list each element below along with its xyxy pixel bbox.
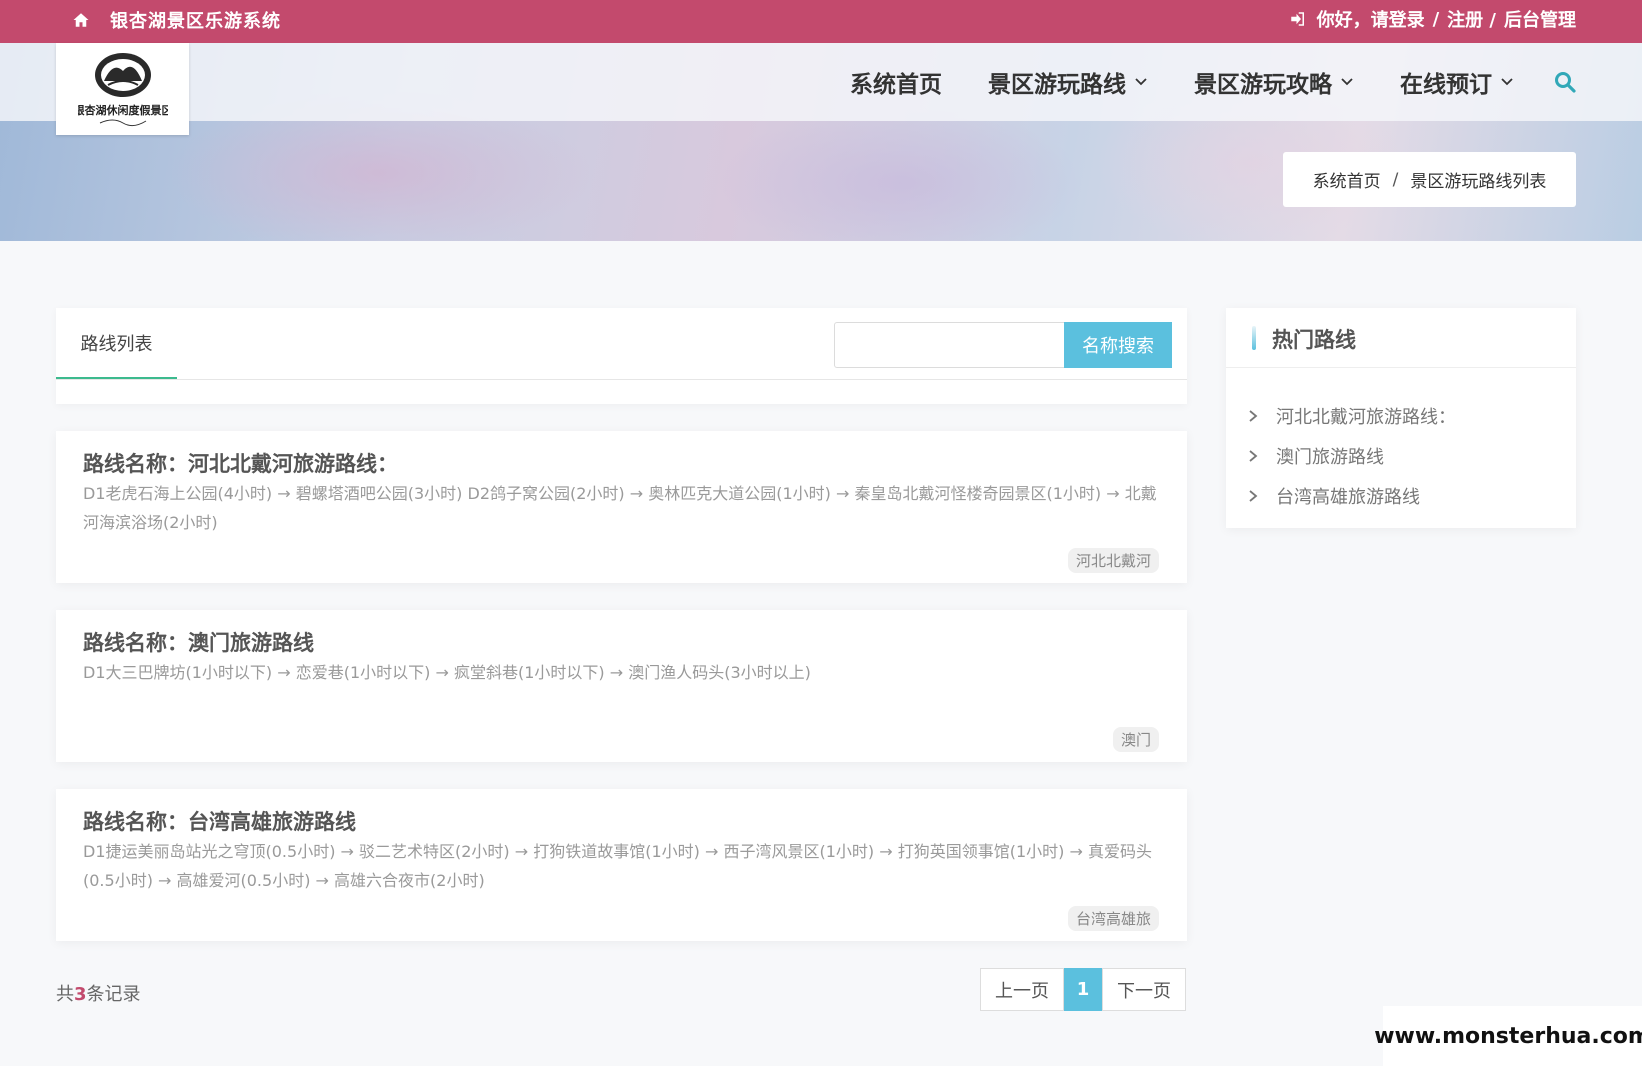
logo-text: 银杏湖休闲度假景区 [78,103,168,117]
top-bar: 银杏湖景区乐游系统 你好，请登录 / 注册 / 后台管理 [0,0,1642,43]
logo-emblem: 银杏湖休闲度假景区 [78,53,168,127]
nav-routes-label: 景区游玩路线 [988,72,1126,98]
page-1-button[interactable]: 1 [1064,968,1102,1011]
route-card[interactable]: 路线名称：澳门旅游路线 D1大三巴牌坊(1小时以下) → 恋爱巷(1小时以下) … [56,610,1187,762]
chevron-down-icon [1135,78,1147,86]
name-search-button[interactable]: 名称搜索 [1064,322,1172,368]
route-card[interactable]: 路线名称：河北北戴河旅游路线： D1老虎石海上公园(4小时) → 碧螺塔酒吧公园… [56,431,1187,583]
search-icon[interactable] [1554,71,1576,93]
nav-routes[interactable]: 景区游玩路线 [988,65,1148,99]
route-description: D1老虎石海上公园(4小时) → 碧螺塔酒吧公园(3小时) D2鸽子窝公园(2小… [83,484,1157,532]
hot-routes-panel: 热门路线 河北北戴河旅游路线： 澳门旅游路线 台湾高雄旅游路线 [1226,308,1576,528]
hot-route-label: 澳门旅游路线 [1276,447,1384,468]
site-title: 银杏湖景区乐游系统 [110,11,281,32]
search-input[interactable] [834,322,1065,368]
hot-route-label: 台湾高雄旅游路线 [1276,487,1420,508]
nav-home-label: 系统首页 [850,72,942,98]
hot-route-item[interactable]: 澳门旅游路线 [1248,436,1456,476]
accent-bar [1252,326,1256,350]
hot-route-label: 河北北戴河旅游路线： [1276,407,1456,428]
nav-home[interactable]: 系统首页 [850,65,942,99]
next-page-button[interactable]: 下一页 [1102,968,1186,1011]
chevron-right-icon [1249,450,1258,462]
tab-route-list-label: 路线列表 [80,333,153,355]
nav-guides[interactable]: 景区游玩攻略 [1194,65,1354,99]
nav-guides-label: 景区游玩攻略 [1194,72,1332,98]
breadcrumb-separator: / [1392,169,1399,190]
record-count: 共3条记录 [56,980,141,1006]
chevron-down-icon [1341,78,1353,86]
hot-routes-title: 热门路线 [1272,328,1356,352]
watermark: www.monsterhua.com [1374,1006,1642,1066]
record-count-number: 3 [74,984,87,1005]
nav-booking[interactable]: 在线预订 [1400,65,1514,99]
tab-route-list[interactable]: 路线列表 [56,308,177,380]
pagination: 上一页 1 下一页 [980,968,1186,1011]
route-list-header: 路线列表 名称搜索 [56,308,1187,404]
register-link[interactable]: 注册 / [1447,6,1496,32]
route-title[interactable]: 路线名称：台湾高雄旅游路线 [83,806,356,836]
login-link[interactable]: 你好，请登录 [1317,6,1425,32]
divider [56,379,1187,380]
hot-route-item[interactable]: 河北北戴河旅游路线： [1248,396,1456,436]
chevron-right-icon [1249,410,1258,422]
login-icon [1290,12,1304,26]
route-tag: 河北北戴河 [1067,548,1159,573]
breadcrumb-current: 景区游玩路线列表 [1410,172,1547,192]
route-description: D1大三巴牌坊(1小时以下) → 恋爱巷(1小时以下) → 疯堂斜巷(1小时以下… [83,663,811,682]
breadcrumb: 系统首页 / 景区游玩路线列表 [1283,152,1576,207]
record-count-prefix: 共 [56,984,74,1005]
route-tag: 台湾高雄旅 [1067,906,1159,931]
admin-link[interactable]: 后台管理 [1504,6,1576,32]
separator: / [1432,8,1440,30]
hot-routes-list: 河北北戴河旅游路线： 澳门旅游路线 台湾高雄旅游路线 [1248,396,1456,516]
breadcrumb-home[interactable]: 系统首页 [1313,167,1381,192]
site-logo[interactable]: 银杏湖休闲度假景区 [56,43,189,135]
prev-page-button[interactable]: 上一页 [980,968,1064,1011]
route-description: D1捷运美丽岛站光之穹顶(0.5小时) → 驳二艺术特区(2小时) → 打狗铁道… [83,842,1152,890]
route-card[interactable]: 路线名称：台湾高雄旅游路线 D1捷运美丽岛站光之穹顶(0.5小时) → 驳二艺术… [56,789,1187,941]
hot-routes-header: 热门路线 [1226,308,1576,368]
main-nav: 系统首页 景区游玩路线 景区游玩攻略 在线预订 [850,64,1576,100]
record-count-suffix: 条记录 [86,984,141,1005]
chevron-down-icon [1501,78,1513,86]
route-tag: 澳门 [1112,727,1159,752]
hot-route-item[interactable]: 台湾高雄旅游路线 [1248,476,1456,516]
route-title[interactable]: 路线名称：河北北戴河旅游路线： [83,448,398,478]
home-icon[interactable] [72,11,90,29]
user-links: 你好，请登录 / 注册 / 后台管理 [1289,6,1576,32]
nav-booking-label: 在线预订 [1400,72,1492,98]
chevron-right-icon [1249,490,1258,502]
route-title[interactable]: 路线名称：澳门旅游路线 [83,627,314,657]
